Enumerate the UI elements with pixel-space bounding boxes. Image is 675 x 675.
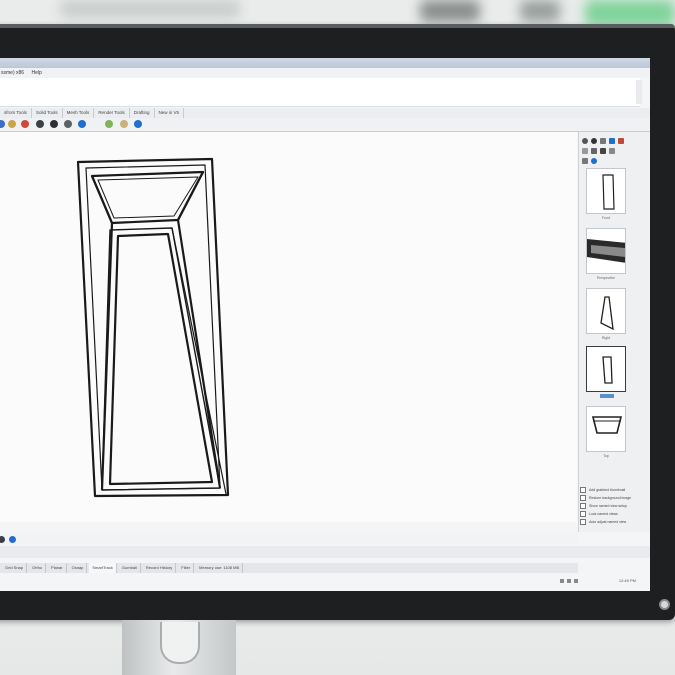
monitor-edge (0, 24, 675, 28)
named-view-perspective[interactable] (586, 228, 626, 274)
checkbox[interactable] (580, 503, 586, 510)
frame-model (76, 157, 230, 498)
command-history-scrollbar[interactable] (636, 80, 642, 104)
viewport-front[interactable] (0, 132, 577, 522)
option-row[interactable]: Show named view setup (580, 502, 648, 510)
volume-icon[interactable] (567, 578, 571, 583)
named-view-label: Perspective (596, 276, 616, 280)
background-blur (520, 0, 560, 22)
named-view-label: Front (601, 216, 611, 220)
help-icon[interactable] (134, 120, 142, 128)
lock-icon[interactable] (8, 120, 16, 128)
sphere-icon[interactable] (21, 120, 29, 128)
flag-icon[interactable] (574, 578, 578, 583)
link-icon[interactable] (591, 148, 597, 154)
undo-icon[interactable] (0, 120, 5, 128)
status-bar: Grid Snap Ortho Planar Osnap SmartTrack Gumba… (0, 563, 578, 573)
tab-drafting[interactable]: Drafting (130, 108, 155, 118)
globe-icon[interactable] (105, 120, 113, 128)
status-filter[interactable]: Filter (178, 563, 195, 573)
named-view-front[interactable] (586, 168, 626, 214)
stand-cable-hole (160, 622, 200, 664)
tab-mesh-tools[interactable]: Mesh Tools (63, 108, 95, 118)
named-view-right[interactable] (586, 288, 626, 334)
power-button[interactable] (659, 599, 670, 610)
palette-icon[interactable] (618, 138, 624, 144)
status-ortho[interactable]: Ortho (29, 563, 47, 573)
status-record-history[interactable]: Record History (143, 563, 177, 573)
checkbox[interactable] (580, 495, 586, 502)
named-view-label: Right (601, 336, 611, 340)
cube-icon[interactable] (600, 138, 606, 144)
status-memory: Memory use: 1108 MB (196, 563, 244, 573)
settings-icon[interactable] (609, 148, 615, 154)
background-blur (585, 0, 675, 26)
grid-icon[interactable] (582, 158, 588, 164)
tab-transform-tools[interactable]: sfrom Tools (0, 108, 32, 118)
status-smarttrack[interactable]: SmartTrack (89, 563, 117, 573)
tab-solid-tools[interactable]: Solid Tools (32, 108, 63, 118)
status-planar[interactable]: Planar (48, 563, 67, 573)
cursor-icon[interactable] (582, 138, 588, 144)
network-icon[interactable] (560, 578, 564, 583)
close-icon[interactable] (600, 148, 606, 154)
pencil-icon[interactable] (582, 148, 588, 154)
system-tray: 12:49 PM (560, 576, 648, 586)
help-icon[interactable] (9, 536, 16, 543)
menu-item[interactable]: ssme) x86 (1, 68, 24, 78)
command-history[interactable] (0, 78, 640, 107)
background-blur (420, 0, 480, 22)
checkbox[interactable] (580, 519, 586, 526)
menubar: ssme) x86 Help (0, 68, 650, 78)
command-prompt[interactable] (0, 532, 578, 544)
option-row[interactable]: Restore background image (580, 494, 648, 502)
toolbar (0, 118, 650, 132)
osnap-bar (0, 546, 650, 558)
panel-toolbar (580, 134, 648, 166)
sphere-icon[interactable] (591, 138, 597, 144)
named-view-top[interactable] (586, 406, 626, 452)
option-row[interactable]: Auto adjust named view (580, 518, 648, 526)
window-titlebar[interactable] (0, 58, 650, 68)
clock[interactable]: 12:49 PM (619, 576, 636, 586)
screen: ssme) x86 Help sfrom Tools Solid Tools Mes… (0, 58, 650, 591)
toolbar-tabs: sfrom Tools Solid Tools Mesh Tools Render T… (0, 108, 650, 118)
named-view-selected[interactable] (586, 346, 626, 392)
named-view-label: Top (603, 454, 609, 458)
background-blur (60, 0, 240, 18)
status-gumball[interactable]: Gumball (119, 563, 141, 573)
named-view-options: Add grabbed thumbnail Restore background… (580, 486, 648, 526)
option-row[interactable]: Add grabbed thumbnail (580, 486, 648, 494)
help-icon[interactable] (591, 158, 597, 164)
menu-item-help[interactable]: Help (31, 68, 41, 78)
tab-new-in-v5[interactable]: New in V5 (155, 108, 185, 118)
light-icon[interactable] (609, 138, 615, 144)
checkbox[interactable] (580, 511, 586, 518)
tab-render-tools[interactable]: Render Tools (94, 108, 130, 118)
status-osnap[interactable]: Osnap (69, 563, 88, 573)
material-icon[interactable] (36, 120, 44, 128)
render-icon[interactable] (50, 120, 58, 128)
status-grid-snap[interactable]: Grid Snap (2, 563, 28, 573)
selected-view-badge (600, 394, 614, 398)
zoom-icon[interactable] (120, 120, 128, 128)
ghost-icon[interactable] (78, 120, 86, 128)
checkbox[interactable] (580, 487, 586, 494)
option-row[interactable]: Lock named views (580, 510, 648, 518)
shade-icon[interactable] (64, 120, 72, 128)
